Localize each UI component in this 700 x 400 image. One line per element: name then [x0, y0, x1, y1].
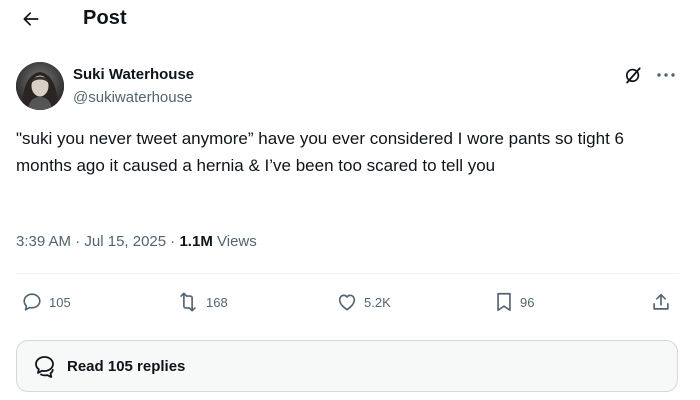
- read-replies-button[interactable]: Read 105 replies: [16, 340, 678, 392]
- reply-count: 105: [49, 294, 71, 310]
- share-button[interactable]: [650, 288, 672, 316]
- reply-icon: [23, 293, 41, 311]
- post-date[interactable]: Jul 15, 2025: [84, 233, 166, 250]
- post-time[interactable]: 3:39 AM: [16, 233, 71, 250]
- heart-icon: [338, 294, 356, 311]
- read-replies-label: Read 105 replies: [67, 357, 186, 375]
- meta-separator: ·: [170, 233, 176, 250]
- post-meta: 3:39 AM · Jul 15, 2025 · 1.1M Views: [16, 233, 257, 250]
- post-text: "suki you never tweet anymore” have you …: [16, 129, 624, 175]
- divider: [16, 273, 678, 274]
- grok-button[interactable]: [622, 64, 644, 86]
- more-dots-icon: [657, 73, 675, 77]
- meta-separator: ·: [75, 233, 81, 250]
- more-options-button[interactable]: [654, 64, 678, 86]
- repost-button[interactable]: 168: [176, 288, 228, 316]
- profile-photo-icon: [16, 62, 64, 110]
- bookmark-count: 96: [520, 294, 535, 310]
- page-title: Post: [83, 7, 127, 29]
- back-button[interactable]: [18, 6, 44, 32]
- replies-icon-wrap: [31, 352, 59, 380]
- grok-icon: [625, 67, 641, 84]
- chat-bubbles-icon: [35, 356, 54, 378]
- repost-icon: [180, 292, 196, 312]
- bookmark-icon: [497, 292, 511, 312]
- top-bar: Post: [0, 0, 700, 38]
- avatar[interactable]: [16, 62, 64, 110]
- views-count: 1.1M: [179, 233, 213, 250]
- arrow-left-icon: [23, 12, 39, 26]
- share-icon: [653, 293, 669, 310]
- repost-count: 168: [206, 294, 228, 310]
- views-label: Views: [217, 233, 257, 250]
- author-name[interactable]: Suki Waterhouse: [73, 66, 194, 83]
- like-button[interactable]: 5.2K: [336, 288, 391, 316]
- like-count: 5.2K: [364, 294, 391, 310]
- bookmark-button[interactable]: 96: [494, 288, 534, 316]
- author-handle[interactable]: @sukiwaterhouse: [73, 89, 192, 106]
- reply-button[interactable]: 105: [21, 288, 71, 316]
